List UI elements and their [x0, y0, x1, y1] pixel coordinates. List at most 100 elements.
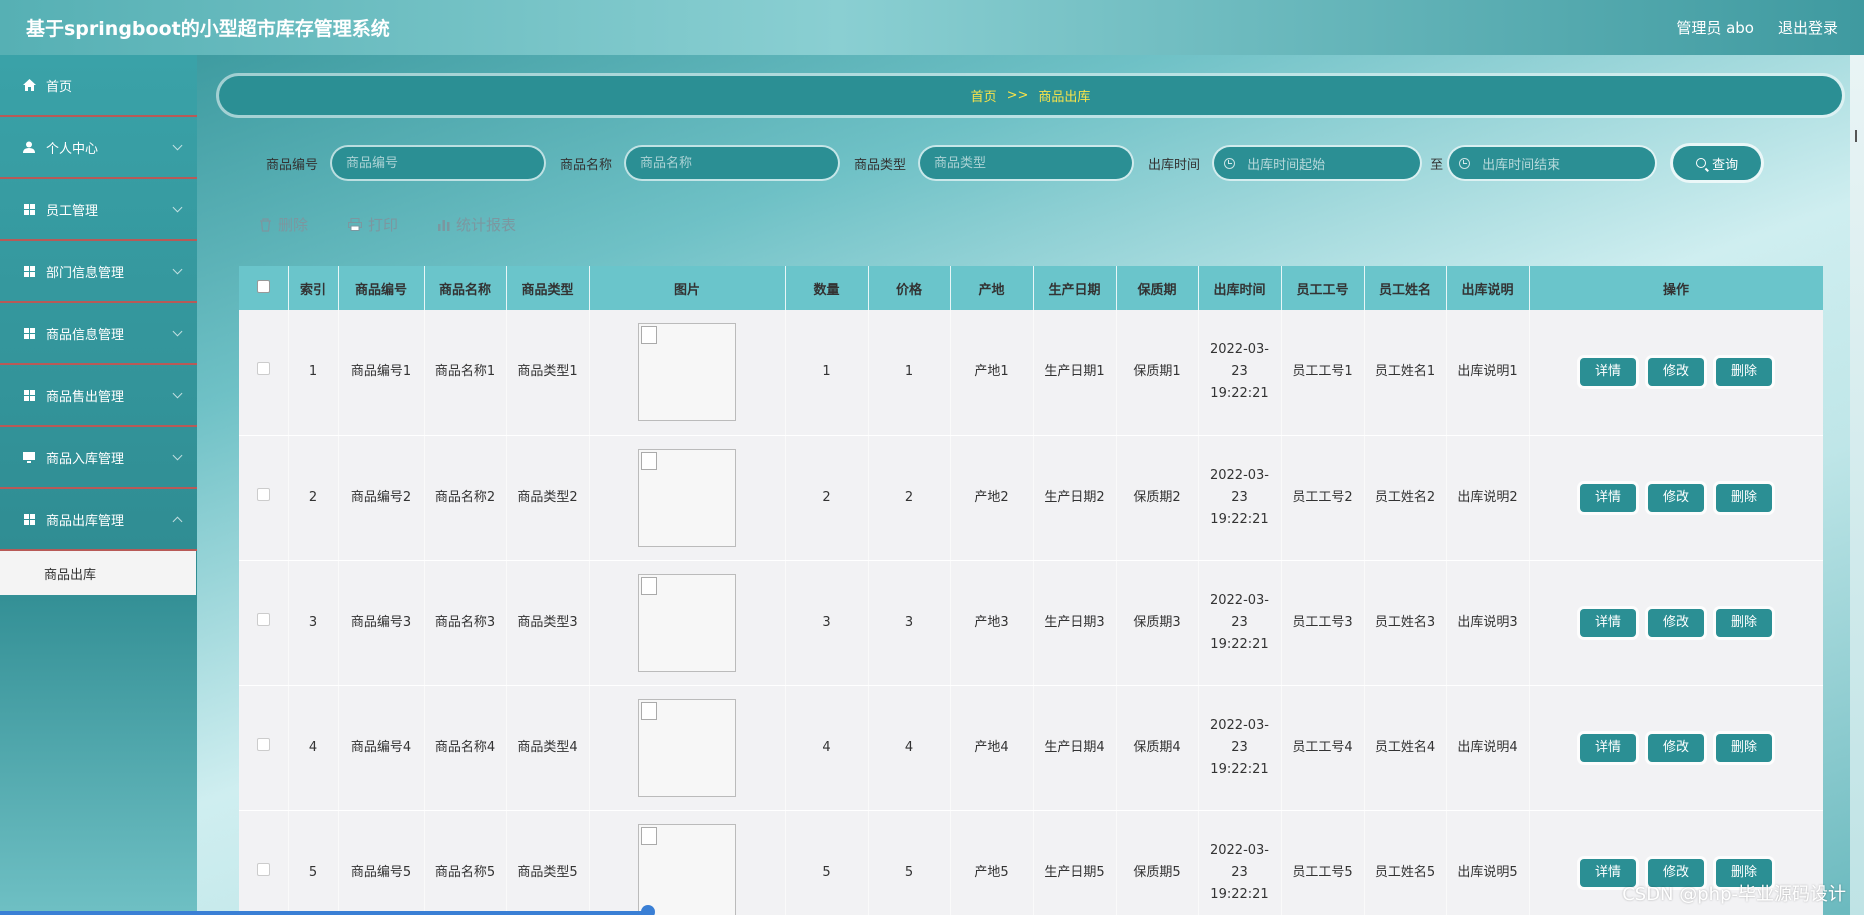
outbound-time-start-input[interactable]: 出库时间起始 — [1214, 147, 1421, 179]
image-cell — [589, 310, 786, 436]
sidebar-item-label: 商品入库管理 — [46, 451, 125, 467]
broken-image-icon — [638, 448, 736, 547]
grid-icon — [22, 326, 36, 340]
query-button[interactable]: 查询 — [1673, 146, 1762, 180]
vertical-scrollbar[interactable] — [1850, 55, 1864, 915]
logout-link[interactable]: 退出登录 — [1778, 17, 1838, 38]
sidebar-item-employee[interactable]: 员工管理 — [0, 179, 197, 241]
table-row: 3 商品编号3 商品名称3 商品类型3 3 3 产地3 生产日期3 保质期3 2022-03-23… — [239, 560, 1823, 686]
product-name-input[interactable] — [626, 147, 839, 179]
cell-index: 4 — [288, 685, 339, 811]
outbound-time-label: 出库时间 — [1148, 157, 1201, 173]
edit-button[interactable]: 修改 — [1648, 608, 1704, 637]
grid-icon — [22, 202, 36, 216]
cell-time: 2022-03-23 19:22:21 — [1198, 685, 1282, 811]
row-checkbox[interactable] — [256, 737, 270, 751]
bulk-delete-button[interactable]: 删除 — [259, 214, 308, 235]
detail-button[interactable]: 详情 — [1580, 733, 1636, 762]
column-header: 产地 — [950, 266, 1034, 310]
row-checkbox[interactable] — [256, 862, 270, 876]
column-header: 商品名称 — [424, 266, 507, 310]
cell-time: 2022-03-23 19:22:21 — [1198, 435, 1282, 561]
trash-icon — [260, 217, 271, 232]
sidebar-item-product-outbound[interactable]: 商品出库管理 — [0, 489, 197, 551]
delete-button[interactable]: 删除 — [1716, 483, 1772, 512]
cell-emp-no: 员工工号3 — [1281, 560, 1365, 686]
column-header: 图片 — [589, 266, 786, 310]
cell-price: 2 — [868, 435, 951, 561]
edit-button[interactable]: 修改 — [1648, 358, 1704, 387]
detail-button[interactable]: 详情 — [1580, 358, 1636, 387]
delete-button[interactable]: 删除 — [1716, 608, 1772, 637]
column-header: 商品类型 — [506, 266, 590, 310]
broken-image-icon — [638, 573, 736, 672]
cell-shelf: 保质期5 — [1116, 810, 1199, 915]
print-button[interactable]: 打印 — [348, 214, 398, 235]
broken-image-icon — [638, 823, 736, 915]
cell-mfg: 生产日期5 — [1033, 810, 1117, 915]
broken-image-icon — [638, 323, 736, 422]
cell-type: 商品类型3 — [506, 560, 590, 686]
column-header: 索引 — [288, 266, 339, 310]
watermark: CSDN @php-毕业源码设计 — [1622, 884, 1846, 905]
sidebar-item-home[interactable]: 首页 — [0, 55, 197, 117]
cell-mfg: 生产日期3 — [1033, 560, 1117, 686]
query-button-label: 查询 — [1712, 157, 1739, 173]
action-bar: 删除 打印 统计报表 — [259, 214, 516, 235]
cell-qty: 1 — [785, 310, 869, 436]
sidebar: 首页 个人中心 员工管理 部门信息管理 商品信息管理 商品售出管理 商品入库管理 — [0, 55, 197, 915]
cell-qty: 3 — [785, 560, 869, 686]
breadcrumb-separator: >> — [1006, 88, 1029, 103]
row-checkbox[interactable] — [256, 612, 270, 626]
breadcrumb: 首页 >> 商品出库 — [219, 76, 1842, 115]
time-end-placeholder: 出库时间结束 — [1482, 157, 1561, 173]
sidebar-item-department[interactable]: 部门信息管理 — [0, 241, 197, 303]
delete-button[interactable]: 删除 — [1716, 358, 1772, 387]
cell-code: 商品编号3 — [338, 560, 425, 686]
broken-image-icon — [638, 698, 736, 797]
detail-button[interactable]: 详情 — [1580, 608, 1636, 637]
cell-shelf: 保质期2 — [1116, 435, 1199, 561]
product-type-input[interactable] — [920, 147, 1133, 179]
edit-button[interactable]: 修改 — [1648, 733, 1704, 762]
sidebar-subitem-product-outbound[interactable]: 商品出库 — [0, 551, 196, 595]
edit-button[interactable]: 修改 — [1648, 483, 1704, 512]
cell-code: 商品编号1 — [338, 310, 425, 436]
cell-emp-no: 员工工号4 — [1281, 685, 1365, 811]
table-header-row: 索引 商品编号 商品名称 商品类型 图片 数量 价格 产地 生产日期 保质期 出… — [239, 266, 1823, 310]
detail-button[interactable]: 详情 — [1580, 483, 1636, 512]
cell-time: 2022-03-23 19:22:21 — [1198, 810, 1282, 915]
horizontal-scrollbar[interactable] — [0, 911, 650, 915]
row-operations: 详情 修改 删除 — [1529, 560, 1823, 686]
outbound-time-end-input[interactable]: 出库时间结束 — [1449, 147, 1656, 179]
sidebar-item-product-inbound[interactable]: 商品入库管理 — [0, 427, 197, 489]
select-all-checkbox[interactable] — [256, 279, 270, 293]
sidebar-item-label: 个人中心 — [46, 141, 99, 157]
cell-origin: 产地4 — [950, 685, 1034, 811]
report-button[interactable]: 统计报表 — [438, 214, 516, 235]
cell-emp-name: 员工姓名2 — [1364, 435, 1447, 561]
chevron-down-icon — [172, 450, 183, 461]
search-bar: 商品编号 商品名称 商品类型 出库时间 出库时间起始 至 出库时间结束 查询 — [266, 146, 1762, 180]
sidebar-item-label: 员工管理 — [46, 203, 99, 219]
delete-button[interactable]: 删除 — [1716, 733, 1772, 762]
cell-code: 商品编号5 — [338, 810, 425, 915]
sidebar-item-product-sales[interactable]: 商品售出管理 — [0, 365, 197, 427]
breadcrumb-home[interactable]: 首页 — [971, 86, 997, 105]
cell-note: 出库说明3 — [1446, 560, 1530, 686]
row-checkbox[interactable] — [256, 487, 270, 501]
cell-emp-no: 员工工号5 — [1281, 810, 1365, 915]
product-code-input[interactable] — [332, 147, 545, 179]
sidebar-item-product-info[interactable]: 商品信息管理 — [0, 303, 197, 365]
user-icon — [22, 140, 36, 154]
image-cell — [589, 560, 786, 686]
cell-price: 1 — [868, 310, 951, 436]
column-header: 出库时间 — [1198, 266, 1282, 310]
cell-mfg: 生产日期1 — [1033, 310, 1117, 436]
scrollbar-thumb[interactable] — [641, 905, 655, 915]
cell-name: 商品名称1 — [424, 310, 507, 436]
row-checkbox[interactable] — [256, 362, 270, 376]
sidebar-item-personal-center[interactable]: 个人中心 — [0, 117, 197, 179]
product-type-label: 商品类型 — [854, 157, 907, 173]
column-header: 商品编号 — [338, 266, 425, 310]
